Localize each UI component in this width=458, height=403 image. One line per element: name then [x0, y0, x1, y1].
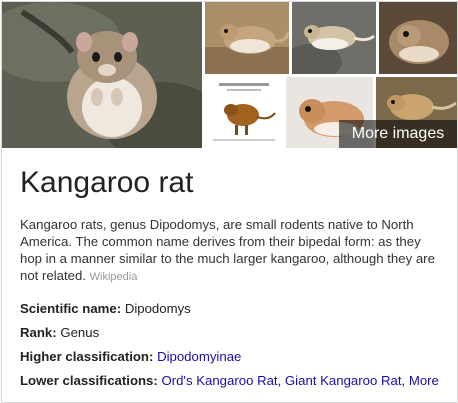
image-gallery: More images: [2, 2, 457, 148]
lower-classification-link[interactable]: Giant Kangaroo Rat: [285, 373, 402, 388]
thumbnail-image-1[interactable]: [205, 2, 289, 74]
lower-classification-link[interactable]: Ord's Kangaroo Rat: [161, 373, 277, 388]
fact-higher-classification: Higher classification: Dipodomyinae: [20, 348, 450, 365]
fact-lower-classifications: Lower classifications: Ord's Kangaroo Ra…: [20, 373, 439, 388]
higher-classification-link[interactable]: Dipodomyinae: [157, 349, 241, 364]
fact-rank: Rank: Genus: [20, 324, 450, 341]
more-classifications-link[interactable]: More: [409, 373, 439, 388]
fact-label: Scientific name:: [20, 301, 122, 316]
fact-scientific-name: Scientific name: Dipodomys: [20, 300, 450, 317]
fact-label: Rank:: [20, 325, 57, 340]
fact-label: Lower classifications:: [20, 373, 158, 388]
knowledge-panel: More images Kangaroo rat Kangaroo rats, …: [1, 1, 458, 403]
entity-description: Kangaroo rats, genus Dipodomys, are smal…: [20, 216, 440, 286]
wikipedia-source-link[interactable]: Wikipedia: [90, 271, 138, 283]
thumbnail-image-diagram[interactable]: [205, 77, 283, 148]
thumbnail-image-2[interactable]: [292, 2, 376, 74]
facts-list: Scientific name: Dipodomys Rank: Genus H…: [20, 300, 450, 396]
fact-value: Genus: [60, 325, 100, 340]
more-images-button[interactable]: More images: [339, 120, 457, 148]
fact-value: Dipodomys: [124, 301, 191, 316]
entity-title: Kangaroo rat: [20, 166, 194, 199]
fact-label: Higher classification:: [20, 349, 154, 364]
description-text: Kangaroo rats, genus Dipodomys, are smal…: [20, 217, 435, 283]
more-images-label: More images: [351, 125, 445, 142]
main-image[interactable]: [2, 2, 202, 148]
thumbnail-image-3[interactable]: [379, 2, 457, 74]
